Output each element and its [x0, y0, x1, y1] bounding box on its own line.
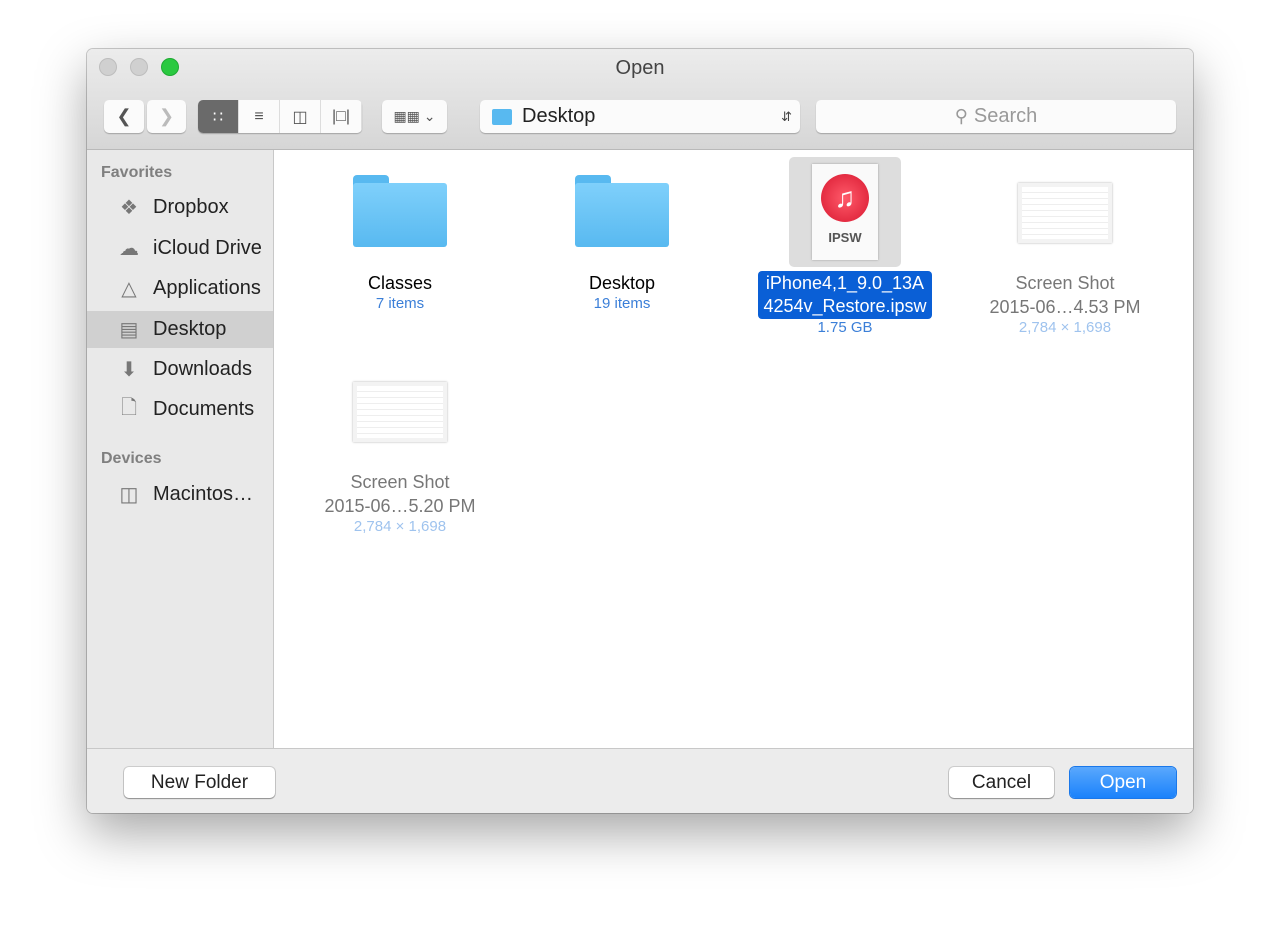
coverflow-view-button[interactable]: |□|: [321, 100, 362, 133]
forward-button[interactable]: ❯: [147, 100, 186, 133]
chevron-left-icon: ❮: [116, 106, 132, 126]
location-label: Desktop: [522, 105, 596, 127]
list-view-button[interactable]: ≡: [239, 100, 280, 133]
arrange-grid-icon: ▦▦ ⌄: [393, 108, 436, 124]
file-info: 2,784 × 1,698: [353, 518, 447, 535]
file-info: 1.75 GB: [817, 319, 873, 336]
sidebar-item-label: Documents: [153, 398, 255, 420]
sidebar: Favorites ❖ Dropbox ☁ iCloud Drive △ Applic…: [87, 150, 274, 748]
downloads-icon: ⬇: [120, 359, 138, 381]
folder-icon: [353, 175, 447, 247]
cancel-button[interactable]: Cancel: [949, 767, 1054, 798]
dropbox-icon: ❖: [120, 197, 138, 219]
itunes-music-icon: ♫: [821, 174, 869, 222]
sidebar-item-icloud-drive[interactable]: ☁ iCloud Drive: [87, 230, 273, 267]
desktop-icon: ▤: [119, 319, 139, 341]
sidebar-item-label: Macintos…: [153, 483, 254, 505]
window-title: Open: [615, 57, 665, 79]
file-info: 7 items: [375, 295, 425, 312]
devices-header: Devices: [101, 450, 162, 467]
file-name: 2015-06…5.20 PM: [324, 496, 476, 516]
icon-view-button[interactable]: ∷: [198, 100, 239, 133]
sidebar-item-downloads[interactable]: ⬇ Downloads: [87, 351, 273, 388]
bottom-bar: New Folder Cancel Open: [87, 748, 1193, 813]
sidebar-item-label: Desktop: [153, 318, 227, 340]
ipsw-file-icon: ♫ IPSW: [789, 157, 901, 267]
file-name: Screen Shot: [1015, 273, 1115, 293]
file-info: 2,784 × 1,698: [1018, 319, 1112, 336]
back-button[interactable]: ❮: [104, 100, 144, 133]
harddisk-icon: ◫: [119, 484, 139, 506]
sidebar-item-label: Applications: [153, 277, 261, 299]
file-name: 2015-06…4.53 PM: [989, 297, 1141, 317]
file-item-ipsw[interactable]: ♫ IPSW iPhone4,1_9.0_13A 4254v_Restore.i…: [745, 157, 945, 336]
chevron-right-icon: ❯: [158, 106, 175, 126]
sidebar-item-macintosh-hd[interactable]: ◫ Macintos…: [87, 476, 273, 513]
sidebar-item-documents[interactable]: 🗋 Documents: [87, 391, 273, 428]
open-dialog: Open ❮ ❯ ∷ ≡ ◫ |□| ▦▦ ⌄ Desktop ⇵ ⚲ Sear…: [87, 49, 1193, 813]
file-name: Desktop: [588, 273, 656, 293]
favorites-header: Favorites: [101, 164, 173, 181]
screenshot-thumbnail: [353, 382, 447, 442]
column-view-button[interactable]: ◫: [280, 100, 321, 133]
search-icon: ⚲: [954, 106, 968, 126]
file-name: Screen Shot: [350, 472, 450, 492]
file-name-line: iPhone4,1_9.0_13A: [765, 273, 925, 293]
folder-icon: [492, 108, 512, 125]
sidebar-item-applications[interactable]: △ Applications: [87, 270, 273, 307]
file-name: Classes: [367, 273, 433, 293]
applications-icon: △: [121, 278, 137, 300]
sidebar-item-desktop[interactable]: ▤ Desktop: [87, 311, 273, 348]
location-popup[interactable]: Desktop ⇵: [480, 100, 800, 133]
arrange-button[interactable]: ▦▦ ⌄: [382, 100, 447, 133]
view-mode-control: ∷ ≡ ◫ |□|: [198, 100, 362, 133]
toolbar: Open ❮ ❯ ∷ ≡ ◫ |□| ▦▦ ⌄ Desktop ⇵ ⚲ Sear…: [87, 49, 1193, 150]
sidebar-item-label: Dropbox: [153, 196, 229, 218]
screenshot-thumbnail: [1018, 183, 1112, 243]
file-browser: Classes 7 items Desktop 19 items ♫ IPSW …: [275, 150, 1193, 748]
file-item-screenshot-2[interactable]: Screen Shot 2015-06…5.20 PM 2,784 × 1,69…: [300, 382, 500, 535]
file-item-classes[interactable]: Classes 7 items: [300, 175, 500, 312]
file-info: 19 items: [593, 295, 651, 312]
file-name-line: 4254v_Restore.ipsw: [763, 296, 927, 316]
updown-chevron-icon: ⇵: [781, 108, 792, 124]
sidebar-item-dropbox[interactable]: ❖ Dropbox: [87, 189, 273, 226]
open-button[interactable]: Open: [1070, 767, 1176, 798]
file-name-selected: iPhone4,1_9.0_13A 4254v_Restore.ipsw: [758, 271, 932, 319]
file-badge: IPSW: [828, 230, 862, 245]
cloud-icon: ☁: [119, 238, 139, 260]
search-placeholder: Search: [973, 105, 1038, 127]
folder-icon: [575, 175, 669, 247]
new-folder-button[interactable]: New Folder: [124, 767, 275, 798]
sidebar-item-label: iCloud Drive: [153, 237, 262, 259]
search-field[interactable]: ⚲ Search: [816, 100, 1176, 133]
file-item-desktop[interactable]: Desktop 19 items: [522, 175, 722, 312]
documents-icon: 🗋: [120, 396, 138, 419]
file-item-screenshot-1[interactable]: Screen Shot 2015-06…4.53 PM 2,784 × 1,69…: [965, 183, 1165, 336]
sidebar-item-label: Downloads: [153, 358, 252, 380]
